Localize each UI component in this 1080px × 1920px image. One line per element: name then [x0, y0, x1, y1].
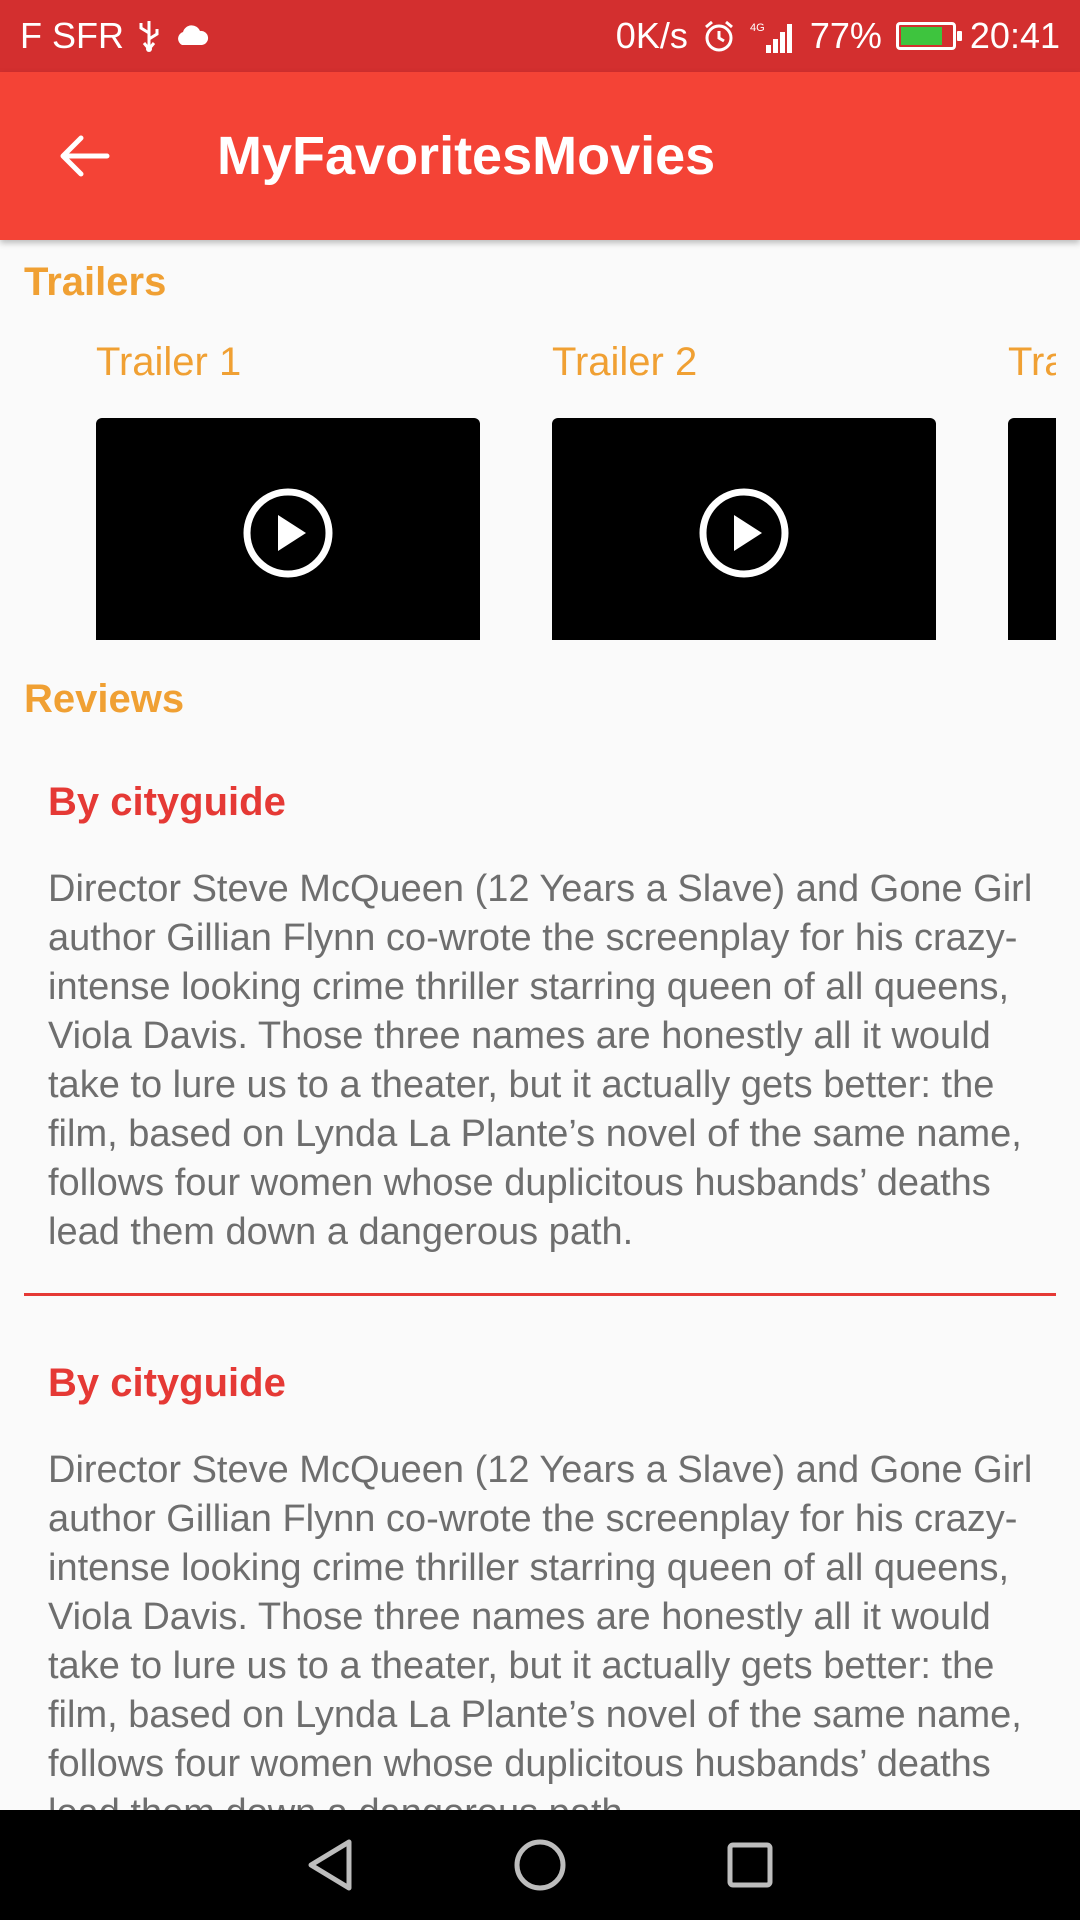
usb-icon [136, 19, 162, 53]
trailer-item[interactable]: Trailer 2 [552, 340, 936, 640]
review-content: Director Steve McQueen (12 Years a Slave… [48, 868, 1033, 1253]
movie-detail-content[interactable]: Trailers Trailer 1 Trailer 2 Trailer 3 [0, 240, 1080, 1810]
alarm-icon [702, 19, 736, 53]
arrow-back-icon [60, 135, 110, 177]
network-speed: 0K/s [615, 15, 688, 56]
trailer-label: Trailer 2 [552, 340, 698, 384]
play-icon [243, 488, 333, 578]
play-icon [699, 488, 789, 578]
trailer-thumbnail[interactable] [96, 418, 480, 640]
trailers-section-title: Trailers [24, 260, 167, 304]
trailer-thumbnail[interactable] [552, 418, 936, 640]
square-recents-icon [727, 1842, 773, 1888]
trailers-list[interactable]: Trailer 1 Trailer 2 Trailer 3 [0, 340, 1080, 640]
carrier-label: F SFR [20, 15, 124, 56]
trailer-thumbnail[interactable] [1008, 418, 1056, 640]
cloud-icon [174, 25, 210, 47]
reviews-section-title: Reviews [24, 677, 185, 721]
signal-icon: 4G [750, 19, 796, 53]
trailer-item[interactable]: Trailer 1 [96, 340, 480, 640]
trailer-label: Trailer 3 [1008, 340, 1056, 384]
navigation-bar [0, 1810, 1080, 1920]
review-author: By cityguide [48, 780, 286, 824]
app-bar: MyFavoritesMovies [0, 72, 1080, 240]
circle-home-icon [514, 1839, 566, 1891]
review-content: Director Steve McQueen (12 Years a Slave… [48, 1449, 1033, 1810]
battery-percent: 77% [809, 15, 882, 56]
triangle-back-icon [308, 1839, 352, 1891]
back-button[interactable] [35, 106, 135, 206]
review-item: By cityguide Director Steve McQueen (12 … [24, 1361, 1056, 1810]
review-divider [24, 1293, 1056, 1296]
nav-recents-button[interactable] [720, 1835, 780, 1895]
trailer-label: Trailer 1 [96, 340, 242, 384]
app-title: MyFavoritesMovies [217, 126, 716, 186]
battery-fill [900, 27, 943, 45]
trailer-item[interactable]: Trailer 3 [1008, 340, 1056, 640]
review-author: By cityguide [48, 1361, 286, 1405]
network-type-label: 4G [750, 22, 765, 34]
nav-home-button[interactable] [510, 1835, 570, 1895]
clock: 20:41 [969, 15, 1060, 56]
status-bar: F SFR 0K/s 4G 77% 20:41 [0, 0, 1080, 72]
battery-icon [895, 22, 962, 50]
nav-back-button[interactable] [300, 1835, 360, 1895]
review-item: By cityguide Director Steve McQueen (12 … [24, 780, 1056, 1296]
